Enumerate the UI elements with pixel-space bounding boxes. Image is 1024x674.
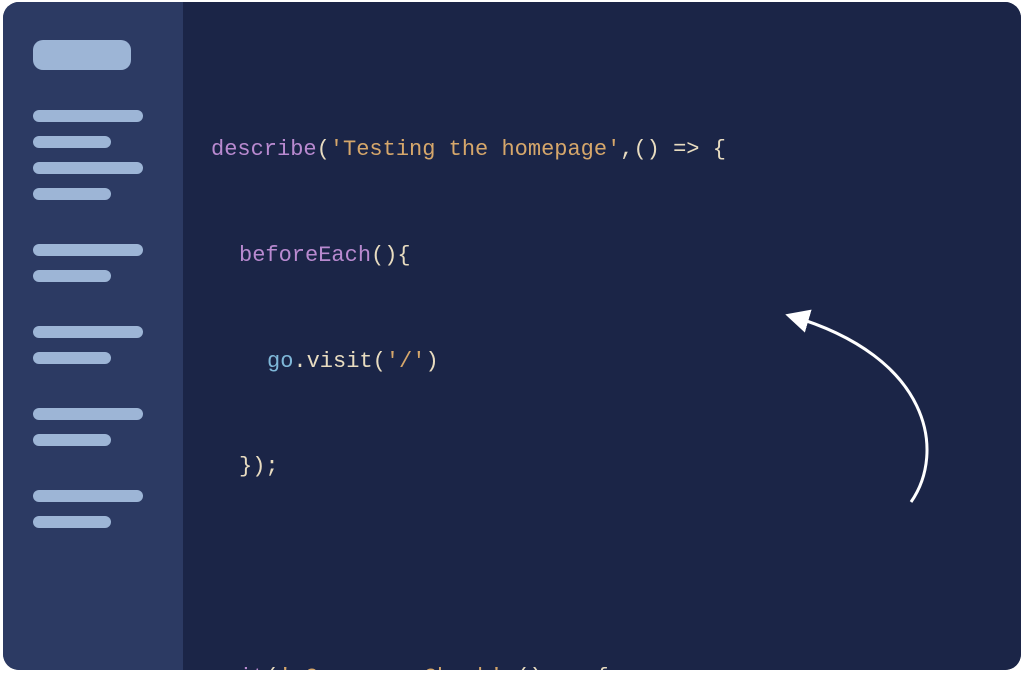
- sidebar-item[interactable]: [33, 136, 111, 148]
- code-line: });: [211, 449, 993, 484]
- code-line: go.visit('/'): [211, 344, 993, 379]
- blank-line: [211, 555, 993, 590]
- sidebar: [3, 2, 183, 670]
- sidebar-item[interactable]: [33, 408, 143, 420]
- sidebar-item[interactable]: [33, 110, 143, 122]
- sidebar-item[interactable]: [33, 352, 111, 364]
- code-line: beforeEach(){: [211, 238, 993, 273]
- code-block: describe('Testing the homepage',() => { …: [211, 62, 993, 670]
- window-body: describe('Testing the homepage',() => { …: [3, 2, 1021, 670]
- sidebar-item[interactable]: [33, 162, 143, 174]
- sidebar-item[interactable]: [33, 244, 143, 256]
- sidebar-item[interactable]: [33, 188, 111, 200]
- sidebar-item[interactable]: [33, 434, 111, 446]
- sidebar-item[interactable]: [33, 516, 111, 528]
- sidebar-item[interactable]: [33, 270, 111, 282]
- sidebar-item[interactable]: [33, 490, 143, 502]
- code-line: describe('Testing the homepage',() => {: [211, 132, 993, 167]
- sidebar-active-item[interactable]: [33, 40, 131, 70]
- code-editor[interactable]: describe('Testing the homepage',() => { …: [183, 2, 1021, 670]
- editor-window: describe('Testing the homepage',() => { …: [3, 2, 1021, 670]
- sidebar-item[interactable]: [33, 326, 143, 338]
- code-line: it('eCommerce Check',() => {: [211, 660, 993, 670]
